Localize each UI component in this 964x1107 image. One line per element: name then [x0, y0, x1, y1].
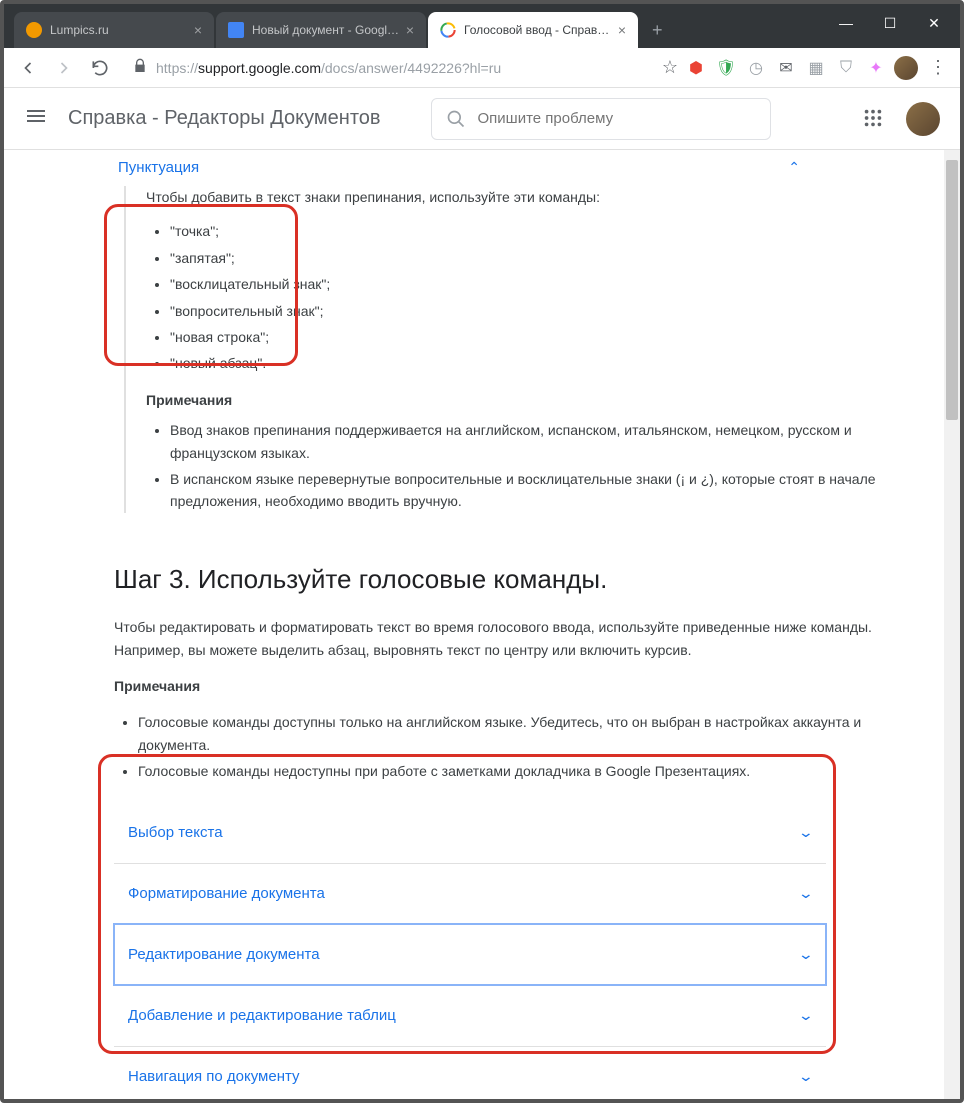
- chevron-up-icon[interactable]: ⌃: [788, 156, 800, 178]
- chevron-down-icon: ⌄: [798, 943, 814, 965]
- url-protocol: https://: [156, 60, 198, 76]
- list-item: Голосовые команды недоступны при работе …: [138, 760, 888, 782]
- tab-title: Новый документ - Google Д: [252, 23, 400, 37]
- tab-support[interactable]: Голосовой ввод - Справка - ×: [428, 12, 638, 48]
- extension-icon[interactable]: ✉: [776, 58, 796, 78]
- notes-list: Ввод знаков препинания поддерживается на…: [146, 419, 888, 513]
- accordion: Выбор текста ⌄ Форматирование документа …: [114, 803, 826, 1107]
- step-notes-list: Голосовые команды доступны только на анг…: [114, 711, 888, 782]
- intro-text: Чтобы добавить в текст знаки препинания,…: [146, 186, 888, 208]
- tab-lumpics[interactable]: Lumpics.ru ×: [14, 12, 214, 48]
- section-link-punctuation[interactable]: Пунктуация: [52, 150, 888, 180]
- notes-heading: Примечания: [146, 389, 888, 411]
- chevron-down-icon: ⌄: [798, 1004, 814, 1026]
- favicon-icon: [228, 22, 244, 38]
- list-item: В испанском языке перевернутые вопросите…: [170, 468, 888, 513]
- list-item: Голосовые команды доступны только на анг…: [138, 711, 888, 756]
- url-path: /docs/answer/4492226?hl=ru: [321, 60, 501, 76]
- accordion-item-format-doc[interactable]: Форматирование документа ⌄: [114, 863, 826, 924]
- list-item: "новый абзац".: [170, 352, 888, 374]
- tab-docs[interactable]: Новый документ - Google Д ×: [216, 12, 426, 48]
- list-item: "новая строка";: [170, 326, 888, 348]
- accordion-label: Редактирование документа: [128, 943, 320, 967]
- menu-button[interactable]: ⋮: [926, 57, 950, 78]
- list-item: "вопросительный знак";: [170, 300, 888, 322]
- punctuation-block: Чтобы добавить в текст знаки препинания,…: [124, 186, 888, 513]
- close-window-button[interactable]: ✕: [914, 8, 954, 38]
- accordion-label: Навигация по документу: [128, 1065, 300, 1089]
- account-avatar[interactable]: [906, 102, 940, 136]
- url-host: support.google.com: [198, 60, 321, 76]
- step-notes-heading: Примечания: [114, 675, 888, 697]
- app-title: Справка - Редакторы Документов: [68, 107, 381, 130]
- tab-title: Lumpics.ru: [50, 23, 188, 37]
- search-box[interactable]: [431, 98, 771, 140]
- forward-button[interactable]: [50, 54, 78, 82]
- hamburger-menu[interactable]: [24, 104, 48, 133]
- list-item: "восклицательный знак";: [170, 273, 888, 295]
- extension-icon[interactable]: 🛡: [716, 58, 736, 78]
- scrollbar-track[interactable]: [944, 150, 960, 1099]
- address-bar: https://support.google.com/docs/answer/4…: [4, 48, 960, 88]
- accordion-label: Добавление и редактирование таблиц: [128, 1004, 396, 1028]
- extension-icon[interactable]: ✦: [866, 58, 886, 78]
- chevron-down-icon: ⌄: [798, 821, 814, 843]
- content-area: Пунктуация ⌃ Чтобы добавить в текст знак…: [4, 150, 960, 1099]
- accordion-item-navigation[interactable]: Навигация по документу ⌄: [114, 1046, 826, 1107]
- close-icon[interactable]: ×: [618, 22, 626, 38]
- extension-icon[interactable]: ⛉: [836, 58, 856, 78]
- chevron-down-icon: ⌄: [798, 882, 814, 904]
- minimize-button[interactable]: —: [826, 8, 866, 38]
- accordion-item-edit-doc[interactable]: Редактирование документа ⌄: [114, 924, 826, 985]
- favicon-icon: [26, 22, 42, 38]
- close-icon[interactable]: ×: [194, 22, 202, 38]
- favicon-icon: [440, 22, 456, 38]
- list-item: Ввод знаков препинания поддерживается на…: [170, 419, 888, 464]
- accordion-label: Выбор текста: [128, 821, 223, 845]
- tab-title: Голосовой ввод - Справка -: [464, 23, 612, 37]
- scrollbar-thumb[interactable]: [946, 160, 958, 420]
- profile-avatar[interactable]: [894, 56, 918, 80]
- extension-icons: ⬢ 🛡 ◷ ✉ ▦ ⛉ ✦: [686, 58, 886, 78]
- list-item: "точка";: [170, 220, 888, 242]
- accordion-label: Форматирование документа: [128, 882, 325, 906]
- step-paragraph: Чтобы редактировать и форматировать текс…: [114, 616, 888, 661]
- browser-titlebar: Lumpics.ru × Новый документ - Google Д ×…: [4, 4, 960, 48]
- back-button[interactable]: [14, 54, 42, 82]
- accordion-item-select-text[interactable]: Выбор текста ⌄: [114, 803, 826, 863]
- lock-icon: [132, 58, 148, 77]
- search-icon: [446, 109, 466, 129]
- new-tab-button[interactable]: +: [640, 12, 675, 48]
- accordion-item-tables[interactable]: Добавление и редактирование таблиц ⌄: [114, 985, 826, 1046]
- apps-grid-icon[interactable]: [862, 107, 886, 131]
- close-icon[interactable]: ×: [406, 22, 414, 38]
- extension-icon[interactable]: ⬢: [686, 58, 706, 78]
- step-heading: Шаг 3. Используйте голосовые команды.: [114, 559, 888, 601]
- chevron-down-icon: ⌄: [798, 1065, 814, 1087]
- app-header: Справка - Редакторы Документов: [4, 88, 960, 150]
- extension-icon[interactable]: ◷: [746, 58, 766, 78]
- list-item: "запятая";: [170, 247, 888, 269]
- extension-icon[interactable]: ▦: [806, 58, 826, 78]
- search-input[interactable]: [478, 110, 756, 127]
- punctuation-list: "точка"; "запятая"; "восклицательный зна…: [146, 220, 888, 374]
- maximize-button[interactable]: ☐: [870, 8, 910, 38]
- star-icon[interactable]: ☆: [662, 57, 678, 78]
- reload-button[interactable]: [86, 54, 114, 82]
- url-field[interactable]: https://support.google.com/docs/answer/4…: [122, 58, 654, 77]
